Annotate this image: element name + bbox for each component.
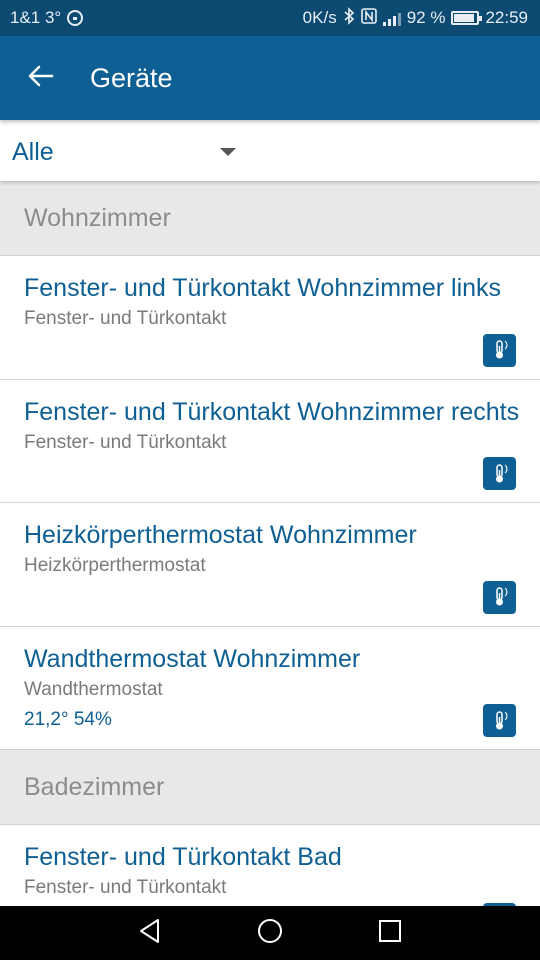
list-item[interactable]: Heizkörperthermostat Wohnzimmer Heizkörp… (0, 503, 540, 627)
device-title: Fenster- und Türkontakt Bad (24, 843, 342, 871)
battery-icon (451, 11, 483, 25)
nav-recents-button[interactable] (330, 906, 450, 960)
section-header-wohnzimmer: Wohnzimmer (0, 181, 540, 256)
app-bar: Geräte (0, 36, 540, 120)
device-title: Fenster- und Türkontakt Wohnzimmer links (24, 274, 502, 302)
device-type: Fenster- und Türkontakt (24, 877, 227, 898)
nfc-icon (360, 7, 377, 29)
triangle-back-icon (138, 918, 162, 949)
clock: 22:59 (485, 8, 528, 27)
nav-home-button[interactable] (210, 906, 330, 960)
device-reading: 21,2° 54% (24, 708, 112, 730)
page-title: Geräte (90, 62, 173, 93)
arrow-left-icon (28, 65, 54, 92)
thermometer-icon[interactable] (483, 580, 516, 614)
room-filter-dropdown[interactable]: Alle (12, 132, 242, 172)
device-title: Wandthermostat Wohnzimmer (24, 644, 361, 673)
net-speed: 0K/s (302, 8, 337, 27)
thermometer-icon[interactable] (483, 704, 516, 737)
device-type: Fenster- und Türkontakt (24, 308, 227, 329)
battery-percent: 92 % (406, 8, 446, 27)
system-nav-bar (0, 906, 540, 960)
device-type: Heizkörperthermostat (24, 555, 206, 576)
bluetooth-icon (343, 6, 355, 30)
list-item[interactable]: Wandthermostat Wohnzimmer Wandthermostat… (0, 626, 540, 750)
device-title: Fenster- und Türkontakt Wohnzimmer recht… (24, 397, 520, 426)
filter-selected-value: Alle (12, 137, 54, 166)
device-type: Wandthermostat (24, 678, 163, 700)
device-title: Heizkörperthermostat Wohnzimmer (24, 521, 417, 549)
filter-bar: Alle (0, 120, 540, 181)
device-type: Fenster- und Türkontakt (24, 431, 227, 453)
carrier-label: 1&1 3° (10, 8, 62, 27)
thermometer-icon[interactable] (483, 333, 516, 367)
list-item[interactable]: Fenster- und Türkontakt Wohnzimmer links… (0, 256, 540, 380)
nav-back-button[interactable] (90, 906, 210, 960)
status-bar: 1&1 3° 0K/s 92 % 22:59 (0, 0, 540, 36)
list-item[interactable]: Fenster- und Türkontakt Wohnzimmer recht… (0, 379, 540, 503)
section-header-badezimmer: Badezimmer (0, 750, 540, 825)
chevron-down-icon (220, 148, 236, 156)
square-recents-icon (378, 919, 402, 948)
circle-home-icon (257, 918, 283, 949)
vpn-lock-icon (67, 10, 84, 26)
thermometer-icon[interactable] (483, 457, 516, 490)
signal-strength-icon (382, 10, 401, 26)
device-list[interactable]: Wohnzimmer Fenster- und Türkontakt Wohnz… (0, 181, 540, 949)
back-button[interactable] (0, 36, 82, 120)
